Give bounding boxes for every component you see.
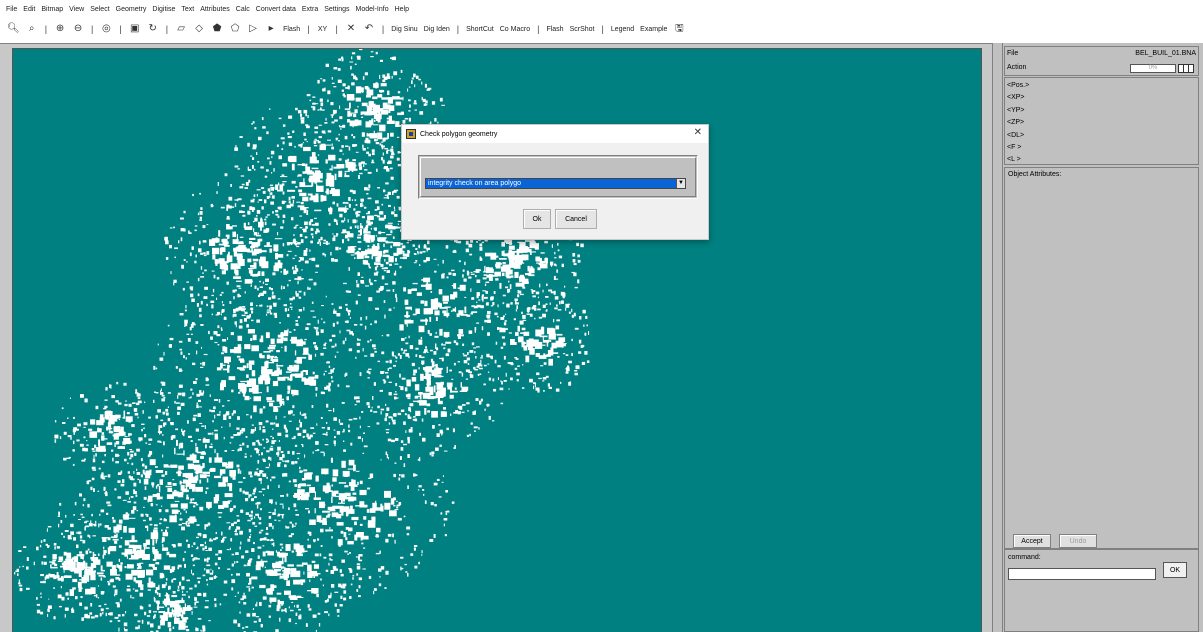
toolbar-separator: | [165,24,169,34]
menu-bitmap[interactable]: Bitmap [41,6,63,13]
attributes-title: Object Attributes: [1008,171,1062,178]
command-area: command: OK [1004,549,1199,632]
refresh-icon[interactable]: ↻ [147,21,159,37]
polygon-pointer-icon[interactable]: ▸ [265,21,277,37]
coord-xp: <XP> [1007,94,1025,102]
toolbar-separator: | [119,24,122,34]
coord-dl: <DL> [1007,131,1025,139]
menu-attributes[interactable]: Attributes [200,6,230,13]
toolbar-separator: | [335,24,338,34]
xy-button[interactable]: XY [317,21,329,37]
example-button[interactable]: Example [640,21,667,37]
menu-view[interactable]: View [69,6,84,13]
progress-control[interactable] [1178,64,1194,73]
menu-model-info[interactable]: Model-Info [356,6,389,13]
dialog-titlebar[interactable]: Check polygon geometry ✕ [402,125,708,143]
app-icon [406,129,416,139]
file-info: File BEL_BUIL_01.BNA Action 0% [1004,46,1199,76]
command-label: command: [1008,554,1041,561]
ok-button[interactable]: Ok [523,209,551,229]
progress-percent: 0% [1148,65,1158,71]
toolbar: 🔍︎ ⌕ | ⊕ ⊖ | ◎ | ▣ ↻ | ▱ ◇ ⬟ ⬠ ▷ ▸ Flash… [0,18,1203,40]
toolbar-separator: | [307,24,310,34]
flash-button-2[interactable]: Flash [546,21,563,37]
co-macro-button[interactable]: Co Macro [500,21,530,37]
toolbar-separator: | [44,24,48,34]
polygon-add-icon[interactable]: ⬟ [211,21,223,37]
file-label: File [1007,50,1019,57]
zoom-in-icon[interactable]: ⊕ [54,21,66,37]
undo-button[interactable]: Undo [1059,534,1097,548]
menu-edit[interactable]: Edit [23,6,35,13]
command-input[interactable] [1008,568,1156,580]
coord-l: <L > [1007,156,1021,164]
delete-icon[interactable]: ✕ [345,21,357,37]
menu-select[interactable]: Select [90,6,109,13]
cancel-button[interactable]: Cancel [555,209,597,229]
menu-file[interactable]: File [6,6,17,13]
toolbar-separator: | [456,24,460,34]
menu-geometry[interactable]: Geometry [116,6,147,13]
polygon-filter-icon[interactable]: ◇ [193,21,205,37]
coord-f: <F > [1007,143,1022,151]
action-label: Action [1007,64,1027,71]
check-type-select[interactable]: integrity check on area polygo ▼ [425,178,686,189]
close-icon[interactable]: ✕ [694,127,702,138]
select-area-icon[interactable]: ▣ [129,21,141,37]
coord-zp: <ZP> [1007,119,1025,127]
check-polygon-dialog: Check polygon geometry ✕ integrity check… [401,124,709,240]
legend-button[interactable]: Legend [611,21,634,37]
undo-icon[interactable]: ↶ [363,21,375,37]
polygon-arrow-icon[interactable]: ▷ [247,21,259,37]
panel-splitter[interactable] [995,43,1003,632]
side-panel: File BEL_BUIL_01.BNA Action 0% <Pos.> <X… [992,43,1203,632]
flash-button[interactable]: Flash [283,21,300,37]
coord-pos: <Pos.> [1007,82,1030,89]
target-icon[interactable]: ◎ [100,21,112,37]
file-name: BEL_BUIL_01.BNA [1135,50,1196,57]
coord-yp: <YP> [1007,106,1025,114]
menu-calc[interactable]: Calc [236,6,250,13]
progress-bar: 0% [1130,64,1176,73]
chevron-down-icon[interactable]: ▼ [676,179,685,188]
zoom-icon[interactable]: ⌕ [26,21,38,37]
dialog-groupbox [418,155,698,199]
toolbar-separator: | [601,24,604,34]
menu-settings[interactable]: Settings [324,6,349,13]
menu-convert-data[interactable]: Convert data [256,6,296,13]
polygon-zoom-icon[interactable]: ⬠ [229,21,241,37]
scrshot-button[interactable]: ScrShot [570,21,595,37]
toolbar-separator: | [381,24,385,34]
menu-text[interactable]: Text [181,6,194,13]
dialog-title: Check polygon geometry [420,130,498,138]
menu-help[interactable]: Help [395,6,409,13]
menu-bar: File Edit Bitmap View Select Geometry Di… [0,0,1203,18]
object-attributes: Object Attributes: Accept Undo [1004,167,1199,549]
save-icon[interactable]: 🖫 [673,21,685,37]
coordinate-readout: <Pos.> <XP> <YP> <ZP> <DL> <F > <L > [1004,77,1199,165]
toolbar-separator: | [91,24,94,34]
dig-iden-button[interactable]: Dig Iden [424,21,450,37]
command-ok-button[interactable]: OK [1163,562,1187,578]
zoom-out-icon[interactable]: ⊖ [72,21,84,37]
menu-digitise[interactable]: Digitise [152,6,175,13]
accept-button[interactable]: Accept [1013,534,1051,548]
polygon-select-icon[interactable]: ▱ [175,21,187,37]
dig-sinu-button[interactable]: Dig Sinu [391,21,417,37]
selected-option: integrity check on area polygo [428,180,521,187]
zoom-window-icon[interactable]: 🔍︎ [7,21,20,37]
shortcut-button[interactable]: ShortCut [466,21,494,37]
toolbar-separator: | [537,24,540,34]
app-window: File Edit Bitmap View Select Geometry Di… [0,0,1203,632]
menu-extra[interactable]: Extra [302,6,318,13]
